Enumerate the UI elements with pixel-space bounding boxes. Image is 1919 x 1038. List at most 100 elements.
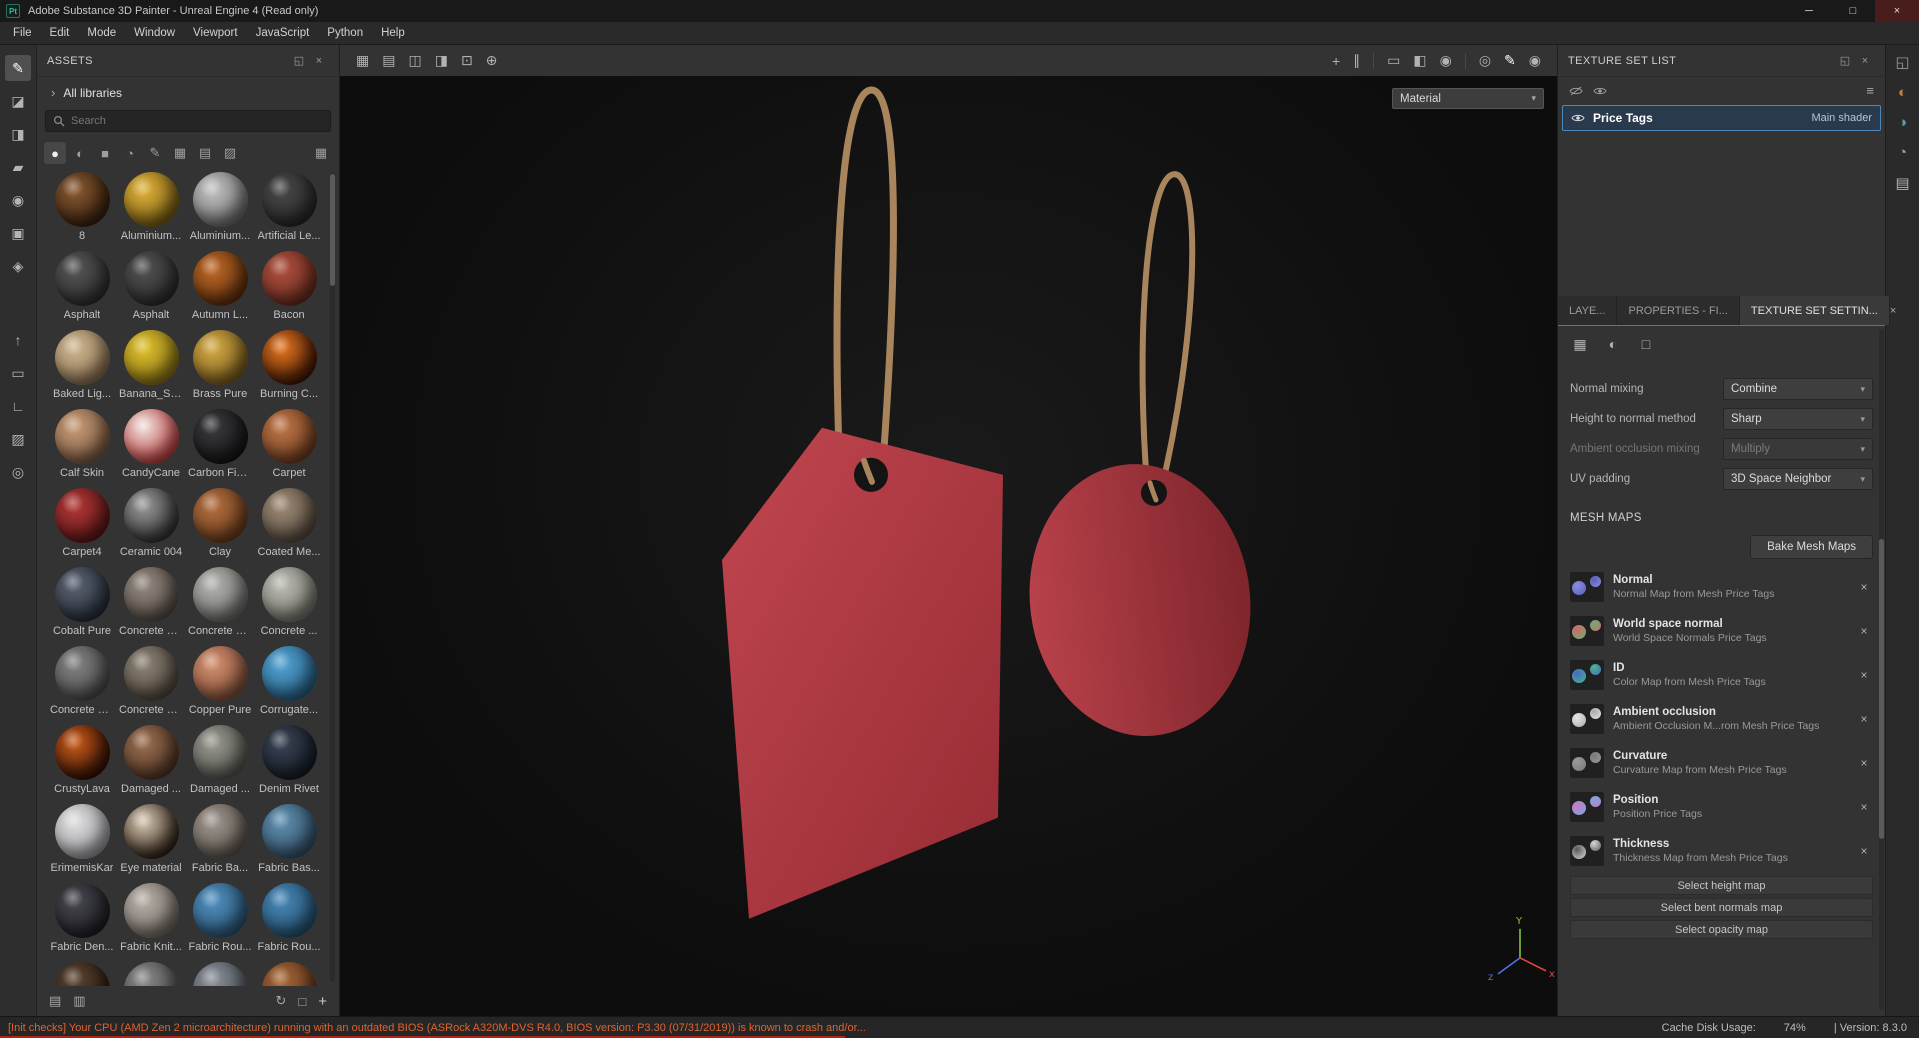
material-item[interactable]: Fabric Den... [49,883,115,954]
smart-materials-filter-icon[interactable]: ◐ [69,142,91,164]
material-item[interactable]: Eye material [118,804,184,875]
refresh-icon[interactable]: ↻ [275,993,286,1009]
mesh-map-row[interactable]: Curvature Curvature Map from Mesh Price … [1570,741,1873,785]
float-panel-icon[interactable]: ◱ [1835,54,1855,67]
texture-set-shader-link[interactable]: Main shader [1811,112,1872,124]
material-item[interactable]: Asphalt [49,251,115,322]
search-input[interactable] [71,115,323,127]
eraser-tool-icon[interactable]: ◪ [5,88,31,114]
material-item[interactable] [49,962,115,986]
textures-filter-icon[interactable]: ▤ [194,142,216,164]
material-item[interactable]: Damaged ... [187,725,253,796]
material-item[interactable]: Concrete S... [49,646,115,717]
material-item[interactable]: Carpet [256,409,322,480]
menu-item[interactable]: Viewport [184,22,247,44]
material-item[interactable]: Autumn L... [187,251,253,322]
mesh-map-row[interactable]: Thickness Thickness Map from Mesh Price … [1570,829,1873,873]
assets-scrollbar[interactable] [330,172,335,982]
uv-icon[interactable]: □ [1636,334,1656,354]
alphas-filter-icon[interactable]: ▦ [169,142,191,164]
paint-tool-icon[interactable]: ✎ [1504,52,1516,69]
shader-settings-icon[interactable]: ◑ [1898,114,1907,131]
material-item[interactable]: 8 [49,172,115,243]
details-view-icon[interactable]: ▥ [73,993,85,1009]
material-item[interactable]: Brass Pure [187,330,253,401]
projection-tool-icon[interactable]: ◨ [5,121,31,147]
navigation-icon[interactable]: ⊕ [486,52,498,69]
material-item[interactable]: Concrete ... [256,567,322,638]
smart-masks-filter-icon[interactable]: ■ [94,142,116,164]
remove-mesh-map-button[interactable]: × [1855,756,1873,770]
material-item[interactable] [256,962,322,986]
select-map-button[interactable]: Select height map [1570,876,1873,895]
material-item[interactable]: Baked Lig... [49,330,115,401]
visibility-eye-icon[interactable] [1571,113,1585,123]
search-box[interactable] [45,110,331,132]
material-item[interactable]: Calf Skin [49,409,115,480]
menu-item[interactable]: Mode [78,22,125,44]
smudge-tool-icon[interactable]: ◉ [5,187,31,213]
menu-item[interactable]: Window [125,22,184,44]
select-map-button[interactable]: Select bent normals map [1570,898,1873,917]
display-settings-icon[interactable]: ◐ [1898,84,1907,101]
close-dock-icon[interactable]: × [1890,296,1896,325]
paint-brush-tool-icon[interactable]: ✎ [5,55,31,81]
remove-mesh-map-button[interactable]: × [1855,800,1873,814]
menu-item[interactable]: JavaScript [247,22,319,44]
axis-gizmo[interactable]: Y x z [1488,916,1555,983]
dock-tab[interactable]: PROPERTIES - FI... [1617,296,1740,325]
material-item[interactable]: CrustyLava [49,725,115,796]
close-button[interactable]: × [1875,0,1919,22]
list-filter-icon[interactable]: ≡ [1866,83,1874,98]
frame-view-icon[interactable]: ⊡ [461,52,473,69]
material-item[interactable]: Carbon Fiber [187,409,253,480]
shader-mode-dropdown[interactable]: Material ▾ [1392,88,1544,109]
channels-icon[interactable]: ▦ [1570,334,1590,354]
material-item[interactable]: Clay [187,488,253,559]
material-item[interactable]: Corrugate... [256,646,322,717]
environments-filter-icon[interactable]: ▨ [219,142,241,164]
list-view-icon[interactable]: ▤ [49,993,61,1009]
stencil-icon[interactable]: ▨ [5,426,31,452]
mesh-map-row[interactable]: Normal Normal Map from Mesh Price Tags × [1570,565,1873,609]
dock-panel-icon[interactable]: ◱ [1895,53,1909,71]
hide-all-icon[interactable] [1569,86,1583,96]
pause-engine-icon[interactable]: ∥ [1353,52,1360,69]
symmetry-icon[interactable]: ◫ [408,52,421,69]
log-icon[interactable]: ▤ [1895,174,1909,192]
material-item[interactable]: Burning C... [256,330,322,401]
setting-dropdown[interactable]: Combine ▾ [1723,378,1873,400]
material-item[interactable]: Cobalt Pure [49,567,115,638]
material-item[interactable]: Aluminium... [118,172,184,243]
show-all-icon[interactable] [1593,86,1607,96]
menu-item[interactable]: File [4,22,41,44]
add-asset-button[interactable]: + [318,993,327,1010]
material-item[interactable]: Banana_Sk... [118,330,184,401]
dock-tab[interactable]: TEXTURE SET SETTIN... [1739,296,1890,325]
dock-tab[interactable]: LAYE... [1558,296,1618,325]
close-panel-icon[interactable]: × [309,55,329,67]
material-item[interactable]: Artificial Le... [256,172,322,243]
display-mode-icon[interactable]: ▭ [5,360,31,386]
menu-item[interactable]: Python [318,22,372,44]
material-item[interactable]: Fabric Ba... [187,804,253,875]
brushes-filter-icon[interactable]: ✎ [144,142,166,164]
material-item[interactable]: Concrete B... [118,567,184,638]
material-item[interactable]: Denim Rivet [256,725,322,796]
remove-mesh-map-button[interactable]: × [1855,712,1873,726]
polygon-fill-tool-icon[interactable]: ▰ [5,154,31,180]
camera-icon[interactable]: ◉ [1440,52,1452,69]
export-icon[interactable]: ↑ [5,327,31,353]
material-item[interactable]: Copper Pure [187,646,253,717]
material-item[interactable] [118,962,184,986]
select-map-button[interactable]: Select opacity map [1570,920,1873,939]
maximize-button[interactable]: □ [1831,0,1875,22]
material-item[interactable]: Fabric Rou... [187,883,253,954]
material-item[interactable]: CandyCane [118,409,184,480]
viewport-3d[interactable]: Y x z Material ▾ [340,76,1557,1016]
remove-mesh-map-button[interactable]: × [1855,580,1873,594]
setting-dropdown[interactable]: Sharp ▾ [1723,408,1873,430]
viewport-layout-icon[interactable]: ▭ [1387,52,1400,69]
material-item[interactable]: Ceramic 004 [118,488,184,559]
texture-set-row-selected[interactable]: Price Tags Main shader [1562,105,1881,131]
